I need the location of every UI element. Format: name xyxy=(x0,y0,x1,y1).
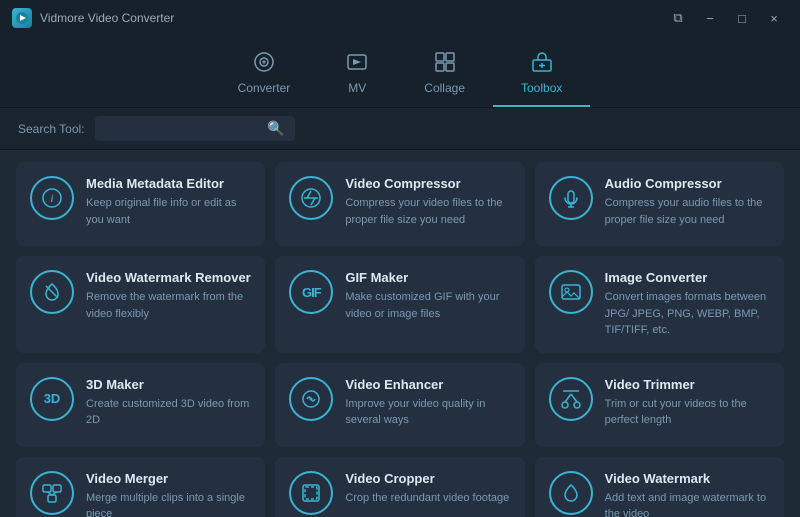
video-watermark-remover-desc: Remove the watermark from the video flex… xyxy=(86,289,251,322)
gif-maker-name: GIF Maker xyxy=(345,270,510,285)
3d-maker-name: 3D Maker xyxy=(86,377,251,392)
maximize-button[interactable]: □ xyxy=(728,7,756,29)
tab-converter[interactable]: Converter xyxy=(210,43,319,107)
app-icon xyxy=(12,8,32,28)
video-compressor-icon xyxy=(289,176,333,220)
video-cropper-info: Video Cropper Crop the redundant video fo… xyxy=(345,471,510,507)
audio-compressor-info: Audio Compressor Compress your audio file… xyxy=(605,176,770,228)
video-compressor-name: Video Compressor xyxy=(345,176,510,191)
image-converter-desc: Convert images formats between JPG/ JPEG… xyxy=(605,289,770,339)
tool-card-video-cropper[interactable]: Video Cropper Crop the redundant video fo… xyxy=(275,457,524,517)
video-watermark-remover-icon xyxy=(30,270,74,314)
close-button[interactable]: × xyxy=(760,7,788,29)
3d-maker-desc: Create customized 3D video from 2D xyxy=(86,396,251,429)
video-enhancer-info: Video Enhancer Improve your video quality… xyxy=(345,377,510,429)
video-trimmer-info: Video Trimmer Trim or cut your videos to … xyxy=(605,377,770,429)
video-cropper-desc: Crop the redundant video footage xyxy=(345,490,510,507)
main-content: i Media Metadata Editor Keep original fil… xyxy=(0,150,800,517)
search-bar: Search Tool: 🔍 xyxy=(0,108,800,150)
image-converter-name: Image Converter xyxy=(605,270,770,285)
video-cropper-name: Video Cropper xyxy=(345,471,510,486)
title-bar: Vidmore Video Converter ⧉ − □ × xyxy=(0,0,800,36)
title-bar-left: Vidmore Video Converter xyxy=(12,8,174,28)
toolbox-label: Toolbox xyxy=(521,81,562,95)
mv-label: MV xyxy=(348,81,366,95)
video-merger-icon xyxy=(30,471,74,515)
video-enhancer-icon xyxy=(289,377,333,421)
tools-row: Video Watermark Remover Remove the waterm… xyxy=(16,256,784,353)
video-merger-name: Video Merger xyxy=(86,471,251,486)
video-enhancer-name: Video Enhancer xyxy=(345,377,510,392)
nav-tabs: Converter MV Collage xyxy=(0,36,800,108)
video-merger-desc: Merge multiple clips into a single piece xyxy=(86,490,251,517)
gif-maker-icon: GIF xyxy=(289,270,333,314)
tool-card-3d-maker[interactable]: 3D 3D Maker Create customized 3D video fro… xyxy=(16,363,265,447)
image-converter-icon xyxy=(549,270,593,314)
video-watermark-remover-info: Video Watermark Remover Remove the waterm… xyxy=(86,270,251,322)
tool-card-video-trimmer[interactable]: Video Trimmer Trim or cut your videos to … xyxy=(535,363,784,447)
3d-maker-icon: 3D xyxy=(30,377,74,421)
collage-icon xyxy=(434,51,456,77)
search-label: Search Tool: xyxy=(18,122,85,136)
video-watermark-info: Video Watermark Add text and image waterm… xyxy=(605,471,770,517)
tool-card-audio-compressor[interactable]: Audio Compressor Compress your audio file… xyxy=(535,162,784,246)
gif-maker-desc: Make customized GIF with your video or i… xyxy=(345,289,510,322)
tab-collage[interactable]: Collage xyxy=(396,43,493,107)
audio-compressor-name: Audio Compressor xyxy=(605,176,770,191)
toolbox-icon xyxy=(531,51,553,77)
window-controls: ⧉ − □ × xyxy=(664,7,788,29)
tool-card-video-merger[interactable]: Video Merger Merge multiple clips into a … xyxy=(16,457,265,517)
media-metadata-editor-icon: i xyxy=(30,176,74,220)
video-watermark-remover-name: Video Watermark Remover xyxy=(86,270,251,285)
video-watermark-desc: Add text and image watermark to the vide… xyxy=(605,490,770,517)
search-input-wrap: 🔍 xyxy=(95,116,295,141)
video-trimmer-icon xyxy=(549,377,593,421)
video-compressor-desc: Compress your video files to the proper … xyxy=(345,195,510,228)
audio-compressor-icon xyxy=(549,176,593,220)
video-watermark-icon xyxy=(549,471,593,515)
media-metadata-editor-desc: Keep original file info or edit as you w… xyxy=(86,195,251,228)
mv-icon xyxy=(346,51,368,77)
restore-button[interactable]: ⧉ xyxy=(664,7,692,29)
video-merger-info: Video Merger Merge multiple clips into a … xyxy=(86,471,251,517)
3d-maker-info: 3D Maker Create customized 3D video from … xyxy=(86,377,251,429)
video-watermark-name: Video Watermark xyxy=(605,471,770,486)
tool-card-gif-maker[interactable]: GIF GIF Maker Make customized GIF with you… xyxy=(275,256,524,353)
tools-row: 3D 3D Maker Create customized 3D video fro… xyxy=(16,363,784,447)
video-enhancer-desc: Improve your video quality in several wa… xyxy=(345,396,510,429)
gif-maker-info: GIF Maker Make customized GIF with your v… xyxy=(345,270,510,322)
collage-label: Collage xyxy=(424,81,465,95)
image-converter-info: Image Converter Convert images formats be… xyxy=(605,270,770,339)
minimize-button[interactable]: − xyxy=(696,7,724,29)
app-title: Vidmore Video Converter xyxy=(40,11,174,25)
tool-card-video-watermark-remover[interactable]: Video Watermark Remover Remove the waterm… xyxy=(16,256,265,353)
tools-row: i Media Metadata Editor Keep original fil… xyxy=(16,162,784,246)
video-cropper-icon xyxy=(289,471,333,515)
media-metadata-editor-name: Media Metadata Editor xyxy=(86,176,251,191)
tab-toolbox[interactable]: Toolbox xyxy=(493,43,590,107)
search-icon[interactable]: 🔍 xyxy=(267,120,284,137)
converter-icon xyxy=(253,51,275,77)
tool-card-media-metadata-editor[interactable]: i Media Metadata Editor Keep original fil… xyxy=(16,162,265,246)
audio-compressor-desc: Compress your audio files to the proper … xyxy=(605,195,770,228)
tools-row: Video Merger Merge multiple clips into a … xyxy=(16,457,784,517)
tool-card-video-watermark[interactable]: Video Watermark Add text and image waterm… xyxy=(535,457,784,517)
tool-card-video-compressor[interactable]: Video Compressor Compress your video file… xyxy=(275,162,524,246)
video-trimmer-name: Video Trimmer xyxy=(605,377,770,392)
search-input[interactable] xyxy=(105,122,268,136)
video-compressor-info: Video Compressor Compress your video file… xyxy=(345,176,510,228)
tool-card-image-converter[interactable]: Image Converter Convert images formats be… xyxy=(535,256,784,353)
svg-text:i: i xyxy=(50,191,53,205)
media-metadata-editor-info: Media Metadata Editor Keep original file … xyxy=(86,176,251,228)
video-trimmer-desc: Trim or cut your videos to the perfect l… xyxy=(605,396,770,429)
converter-label: Converter xyxy=(238,81,291,95)
tab-mv[interactable]: MV xyxy=(318,43,396,107)
tool-card-video-enhancer[interactable]: Video Enhancer Improve your video quality… xyxy=(275,363,524,447)
